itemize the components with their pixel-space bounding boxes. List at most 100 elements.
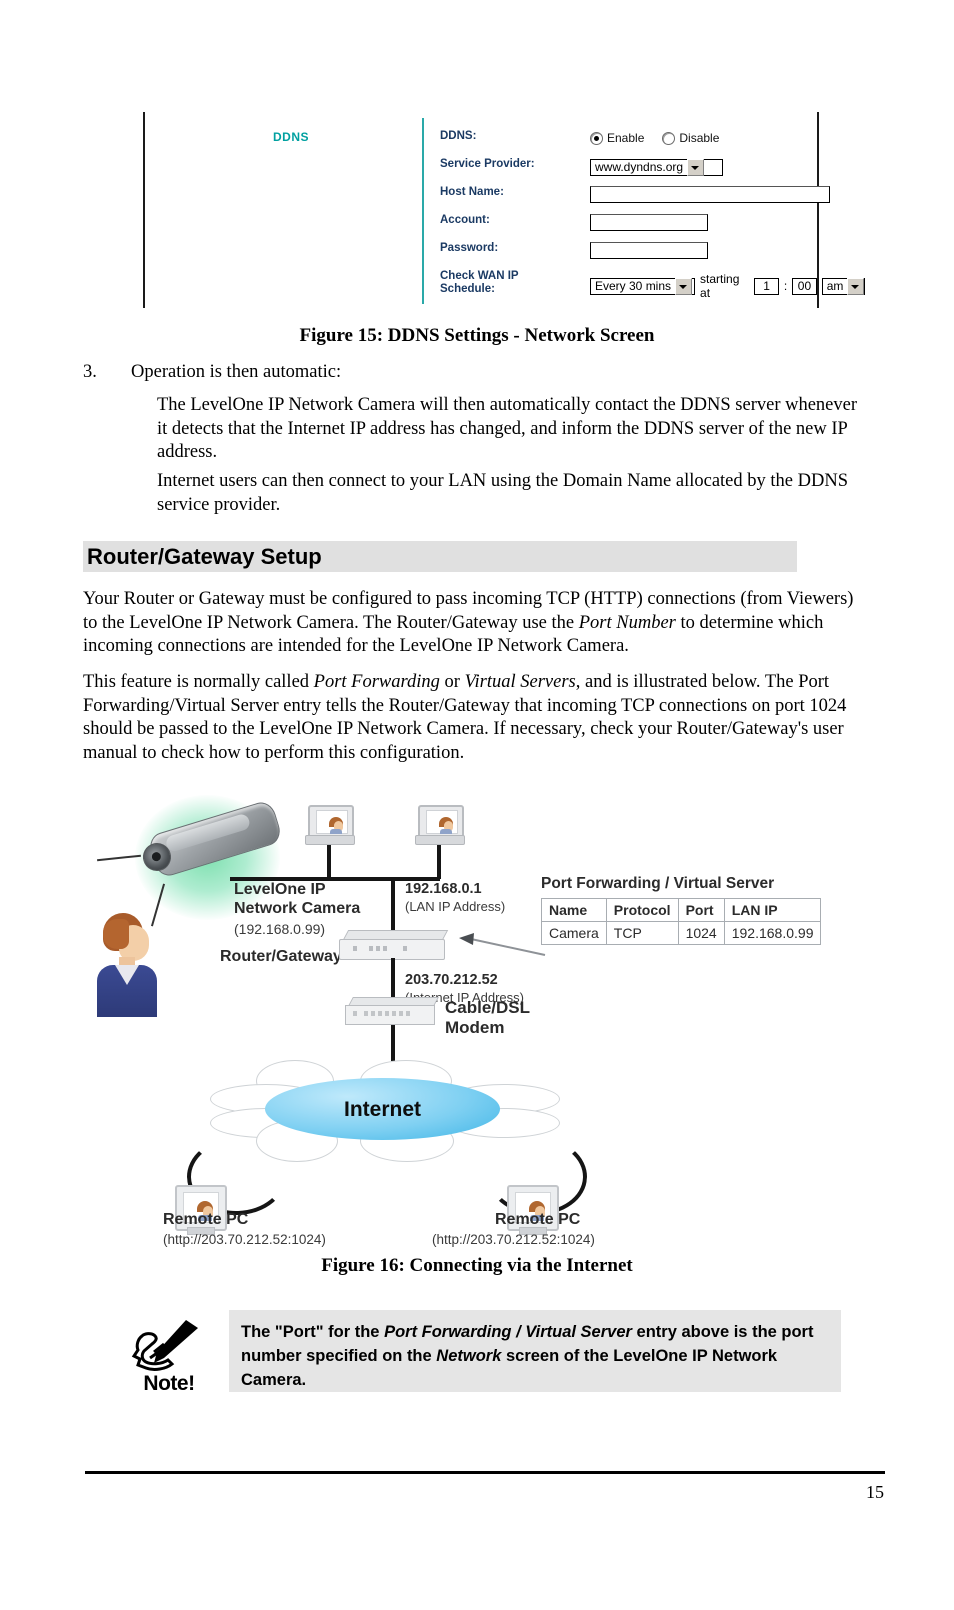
figure-16-caption: Figure 16: Connecting via the Internet — [321, 1255, 633, 1276]
port-forwarding-title: Port Forwarding / Virtual Server — [541, 875, 775, 892]
chevron-down-icon[interactable] — [687, 158, 705, 176]
schedule-ampm-select[interactable]: am — [821, 277, 865, 295]
internet-ip-value: 203.70.212.52 — [405, 972, 498, 988]
chevron-down-icon[interactable] — [675, 277, 693, 295]
account-input[interactable] — [590, 214, 708, 231]
service-provider-control: www.dyndns.org — [590, 158, 723, 176]
person-illustration — [97, 913, 159, 1017]
ddns-enable-row: DDNS: Enable Disable — [440, 130, 810, 158]
modem-label: Cable/DSL Modem — [445, 998, 531, 1037]
remote-pc-right-url: (http://203.70.212.52:1024) — [432, 1232, 595, 1247]
schedule-hour-input[interactable]: 1 — [754, 277, 779, 295]
camera-ip-label: (192.168.0.99) — [234, 921, 326, 937]
ddns-settings-screenshot: DDNS DDNS: Enable Disable Service Provid… — [143, 112, 865, 308]
host-name-input[interactable] — [590, 186, 830, 203]
schedule-interval-value: Every 30 mins — [595, 279, 672, 293]
note-text: The "Port" for the Port Forwarding / Vir… — [229, 1310, 841, 1392]
wan-wire — [391, 958, 395, 998]
note-text-emphasis-2: Network — [436, 1347, 502, 1365]
service-provider-label: Service Provider: — [440, 158, 535, 170]
cable-dsl-modem-icon — [345, 997, 439, 1025]
remote-pc-left-url: (http://203.70.212.52:1024) — [163, 1232, 326, 1247]
account-control — [590, 214, 708, 231]
host-name-label: Host Name: — [440, 186, 504, 198]
laptop-2-drop-wire — [437, 845, 441, 879]
pf-header-protocol: Protocol — [605, 898, 679, 922]
chevron-down-icon[interactable] — [847, 277, 865, 295]
step-3-paragraph-1: The LevelOne IP Network Camera will then… — [157, 395, 858, 462]
schedule-ampm-value: am — [826, 279, 844, 293]
check-wan-ip-schedule-control: Every 30 mins starting at 1 : 00 am — [590, 272, 865, 300]
laptop-1-drop-wire — [327, 845, 331, 879]
ddns-form: DDNS: Enable Disable Service Provider: w… — [440, 130, 865, 304]
account-row: Account: — [440, 214, 810, 242]
section-heading-band: Router/Gateway Setup — [83, 541, 797, 572]
ddns-vertical-divider — [422, 118, 424, 304]
ddns-section-label: DDNS — [272, 130, 309, 144]
note-text-emphasis-1: Port Forwarding / Virtual Server — [384, 1323, 632, 1341]
note-text-part-a: The "Port" for the — [241, 1323, 385, 1341]
schedule-minute-input[interactable]: 00 — [792, 277, 817, 295]
check-wan-ip-schedule-row: Check WAN IP Schedule: Every 30 mins sta… — [440, 270, 865, 304]
schedule-starting-at-label: starting at — [700, 272, 740, 300]
router-gateway-label: Router/Gateway — [220, 948, 342, 965]
modem-internet-wire — [391, 1025, 395, 1061]
figure-15-caption: Figure 15: DDNS Settings - Network Scree… — [299, 325, 655, 346]
hand-with-pen-icon — [131, 1320, 198, 1371]
step-3-title: Operation is then automatic: — [131, 362, 342, 382]
service-provider-row: Service Provider: www.dyndns.org — [440, 158, 810, 186]
service-provider-value: www.dyndns.org — [595, 160, 684, 174]
step-3-paragraph-2: Internet users can then connect to your … — [157, 471, 848, 515]
password-control — [590, 242, 708, 259]
table-row: Camera TCP 1024 192.168.0.99 — [541, 921, 822, 945]
schedule-interval-select[interactable]: Every 30 mins — [590, 277, 696, 295]
camera-label: LevelOne IP Network Camera — [234, 881, 361, 917]
section-paragraph-2-part-b: or — [439, 672, 465, 692]
note-label: Note! — [143, 1372, 195, 1395]
network-diagram: LevelOne IP Network Camera (192.168.0.99… — [95, 785, 865, 1265]
section-paragraph-2-part-a: This feature is normally called — [83, 672, 314, 692]
note-icon-group: Note! — [124, 1318, 214, 1398]
remote-pc-left-label: Remote PC — [163, 1211, 249, 1228]
section-paragraph-2-emphasis-1: Port Forwarding — [313, 672, 440, 692]
pf-cell-protocol: TCP — [605, 921, 679, 945]
table-header-row: Name Protocol Port LAN IP — [541, 898, 822, 922]
pf-header-name: Name — [541, 898, 607, 922]
router-uplink-wire — [391, 877, 395, 933]
lan-ip-caption: (LAN IP Address) — [405, 899, 506, 914]
host-name-control — [590, 186, 830, 203]
lan-laptop-1-icon — [305, 805, 355, 847]
section-paragraph-2-emphasis-2: Virtual Servers — [464, 672, 576, 692]
schedule-colon: : — [783, 279, 788, 293]
account-label: Account: — [440, 214, 490, 226]
host-name-row: Host Name: — [440, 186, 830, 214]
step-3-item: 3. Operation is then automatic: — [83, 362, 783, 383]
page-title: Router/Gateway Setup — [87, 544, 322, 569]
radio-enable-label: Enable — [607, 131, 645, 145]
password-input[interactable] — [590, 242, 708, 259]
pf-cell-lan-ip: 192.168.0.99 — [723, 921, 822, 945]
radio-enable[interactable] — [590, 131, 603, 145]
note-box: The "Port" for the Port Forwarding / Vir… — [229, 1310, 841, 1392]
router-gateway-icon — [339, 930, 449, 960]
section-paragraph-2: This feature is normally called Port For… — [83, 671, 865, 765]
radio-disable[interactable] — [662, 131, 676, 145]
radio-disable-label: Disable — [679, 131, 720, 145]
service-provider-select[interactable]: www.dyndns.org — [590, 158, 723, 176]
port-forwarding-arrow-icon — [459, 933, 546, 956]
lan-ip-value: 192.168.0.1 — [405, 881, 482, 897]
section-paragraph-1-emphasis: Port Number — [578, 612, 676, 633]
footer-rule — [85, 1471, 885, 1474]
check-wan-ip-schedule-label: Check WAN IP Schedule: — [440, 270, 519, 295]
pf-header-lan-ip: LAN IP — [723, 898, 822, 922]
section-paragraph-1: Your Router or Gateway must be configure… — [83, 588, 865, 659]
ddns-enable-label: DDNS: — [440, 130, 477, 142]
ddns-enable-control: Enable Disable — [590, 130, 719, 146]
password-row: Password: — [440, 242, 810, 270]
pf-cell-port: 1024 — [677, 921, 725, 945]
remote-pc-right-label: Remote PC — [495, 1211, 581, 1228]
pf-cell-name: Camera — [541, 921, 607, 945]
lan-laptop-2-icon — [415, 805, 465, 847]
password-label: Password: — [440, 242, 499, 254]
page-number: 15 — [866, 1482, 884, 1502]
